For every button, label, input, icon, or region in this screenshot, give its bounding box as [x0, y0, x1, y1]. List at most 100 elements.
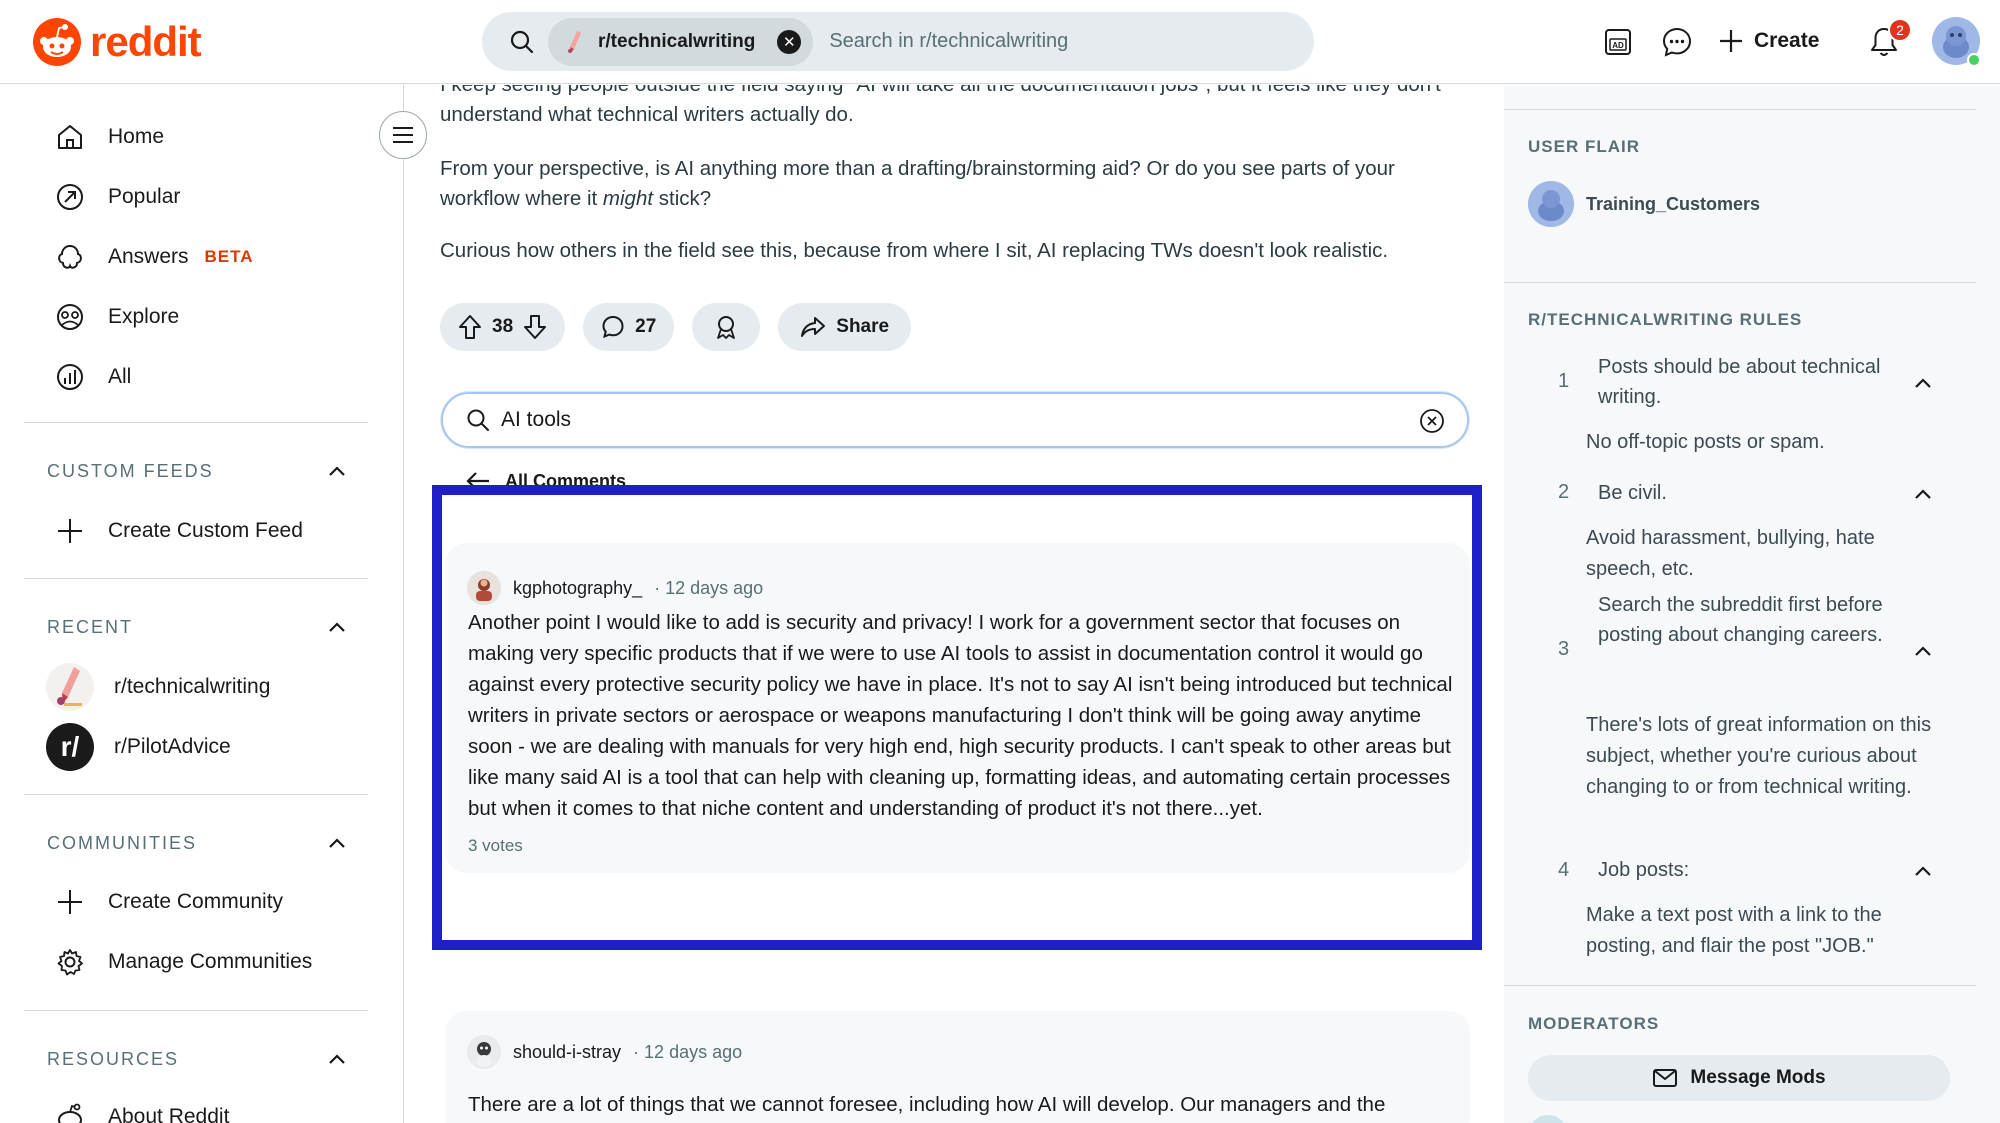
- rule-title[interactable]: Posts should be about technical writing.: [1598, 352, 1918, 412]
- main-content: I keep seeing people outside the field s…: [405, 85, 1505, 1123]
- notification-count-badge: 2: [1888, 18, 1912, 42]
- nav-all-label: All: [108, 365, 132, 388]
- flair-name: Training_Customers: [1586, 193, 1761, 214]
- explore-icon: [52, 299, 88, 335]
- all-icon: [52, 359, 88, 395]
- chat-icon[interactable]: [1659, 24, 1695, 60]
- nav-explore[interactable]: Explore: [52, 295, 179, 339]
- svg-text:AD: AD: [1612, 41, 1624, 50]
- search-chip-label: r/technicalwriting: [598, 30, 756, 52]
- communities-header[interactable]: COMMUNITIES: [47, 828, 347, 858]
- comment-search-box[interactable]: [441, 392, 1469, 448]
- vote-pill: 38: [440, 303, 566, 351]
- mail-icon: [1653, 1069, 1678, 1087]
- rule-number: 4: [1558, 859, 1570, 881]
- home-icon: [52, 119, 88, 155]
- post-actions: 38 27 Share: [440, 303, 912, 351]
- moderator-avatar[interactable]: [1528, 1115, 1568, 1123]
- about-reddit[interactable]: About Reddit: [52, 1095, 229, 1123]
- upvote-icon[interactable]: [458, 314, 482, 340]
- comment-card: kgphotography_ · 12 days ago Another poi…: [445, 543, 1470, 873]
- custom-feeds-heading: CUSTOM FEEDS: [47, 460, 214, 481]
- custom-feeds-header[interactable]: CUSTOM FEEDS: [47, 456, 347, 486]
- comment-header: kgphotography_ · 12 days ago: [467, 571, 763, 605]
- share-icon: [801, 317, 826, 337]
- create-community[interactable]: Create Community: [52, 880, 283, 924]
- comment-votes: 3 votes: [468, 836, 523, 855]
- recent-item-technicalwriting[interactable]: r/technicalwriting: [46, 663, 270, 711]
- comment-body: There are a lot of things that we cannot…: [468, 1093, 1386, 1116]
- remove-chip-icon[interactable]: ✕: [777, 29, 802, 54]
- chevron-up-icon[interactable]: [1912, 640, 1934, 662]
- chevron-up-icon[interactable]: [1912, 372, 1934, 394]
- recent-heading: RECENT: [47, 616, 134, 637]
- nav-answers-label: Answers: [108, 245, 189, 268]
- nav-home[interactable]: Home: [52, 115, 164, 159]
- right-sidebar: USER FLAIR Training_Customers R/TECHNICA…: [1504, 85, 2000, 1123]
- sidebar-divider: [24, 794, 368, 795]
- create-post-button[interactable]: Create: [1718, 20, 1819, 62]
- commenter-avatar[interactable]: [467, 571, 501, 605]
- share-button[interactable]: Share: [778, 303, 912, 351]
- online-status-dot: [1967, 53, 1981, 67]
- manage-communities[interactable]: Manage Communities: [52, 940, 312, 984]
- rule-title[interactable]: Job posts:: [1598, 855, 1918, 885]
- chevron-up-icon[interactable]: [1912, 860, 1934, 882]
- back-to-all-comments[interactable]: All Comments: [465, 470, 626, 492]
- search-bar[interactable]: r/technicalwriting ✕ Search in r/technic…: [482, 12, 1314, 71]
- nav-all[interactable]: All: [52, 355, 131, 399]
- rule-description: There's lots of great information on thi…: [1586, 714, 1932, 798]
- create-custom-feed[interactable]: Create Custom Feed: [52, 509, 303, 553]
- post-paragraph: From your perspective, is AI anything mo…: [440, 154, 1480, 214]
- share-label: Share: [836, 316, 890, 337]
- about-reddit-label: About Reddit: [108, 1105, 230, 1123]
- comment-body: Another point I would like to add is sec…: [468, 611, 1453, 820]
- rule-title[interactable]: Be civil.: [1598, 478, 1918, 508]
- post-text: From your perspective, is AI anything mo…: [440, 157, 1395, 210]
- chevron-up-icon: [329, 622, 345, 632]
- flair-avatar: [1528, 181, 1574, 227]
- rule-number: 3: [1558, 638, 1570, 660]
- create-label: Create: [1754, 29, 1820, 52]
- rule-title[interactable]: Search the subreddit first before postin…: [1598, 590, 1918, 650]
- reddit-logo[interactable]: reddit: [32, 17, 202, 67]
- comment-header: should-i-stray · 12 days ago: [467, 1035, 742, 1069]
- subreddit-search-chip[interactable]: r/technicalwriting ✕: [548, 17, 814, 66]
- manage-communities-label: Manage Communities: [108, 950, 313, 973]
- sidebar-divider: [1504, 109, 1976, 110]
- create-community-label: Create Community: [108, 890, 284, 913]
- downvote-icon[interactable]: [523, 314, 547, 340]
- rule-number: 1: [1558, 370, 1570, 392]
- nav-answers[interactable]: Answers BETA: [52, 235, 254, 279]
- comments-button[interactable]: 27: [583, 303, 675, 351]
- gear-icon: [52, 944, 88, 980]
- comment-search-input[interactable]: [501, 408, 1381, 432]
- award-icon: [717, 316, 736, 339]
- award-button[interactable]: [692, 303, 761, 351]
- message-mods-button[interactable]: Message Mods: [1528, 1055, 1950, 1101]
- technicalwriting-subreddit-icon: [568, 30, 581, 53]
- menu-icon: [393, 127, 413, 143]
- clear-search-icon[interactable]: [1419, 408, 1445, 434]
- recent-item-pilotadvice[interactable]: r/ r/PilotAdvice: [46, 723, 231, 771]
- vote-count: 38: [492, 316, 514, 337]
- chevron-up-icon: [329, 838, 345, 848]
- plus-icon: [1720, 30, 1742, 52]
- commenter-avatar[interactable]: [467, 1035, 501, 1069]
- advertise-icon[interactable]: AD: [1600, 24, 1636, 60]
- nav-popular[interactable]: Popular: [52, 175, 180, 219]
- post-text: stick?: [653, 187, 712, 210]
- message-mods-label: Message Mods: [1690, 1067, 1826, 1088]
- resources-header[interactable]: RESOURCES: [47, 1044, 347, 1074]
- collapse-sidebar-button[interactable]: [379, 111, 427, 159]
- recent-header[interactable]: RECENT: [47, 612, 347, 642]
- comment-username[interactable]: should-i-stray: [513, 1042, 621, 1063]
- chevron-up-icon[interactable]: [1912, 483, 1934, 505]
- rule-description: Make a text post with a link to the post…: [1586, 904, 1882, 957]
- comment-icon: [602, 315, 624, 339]
- resources-heading: RESOURCES: [47, 1048, 180, 1069]
- nav-popular-label: Popular: [108, 185, 181, 208]
- comment-username[interactable]: kgphotography_: [513, 578, 642, 599]
- comment-timestamp: · 12 days ago: [654, 577, 764, 598]
- user-flair[interactable]: Training_Customers: [1528, 181, 1760, 227]
